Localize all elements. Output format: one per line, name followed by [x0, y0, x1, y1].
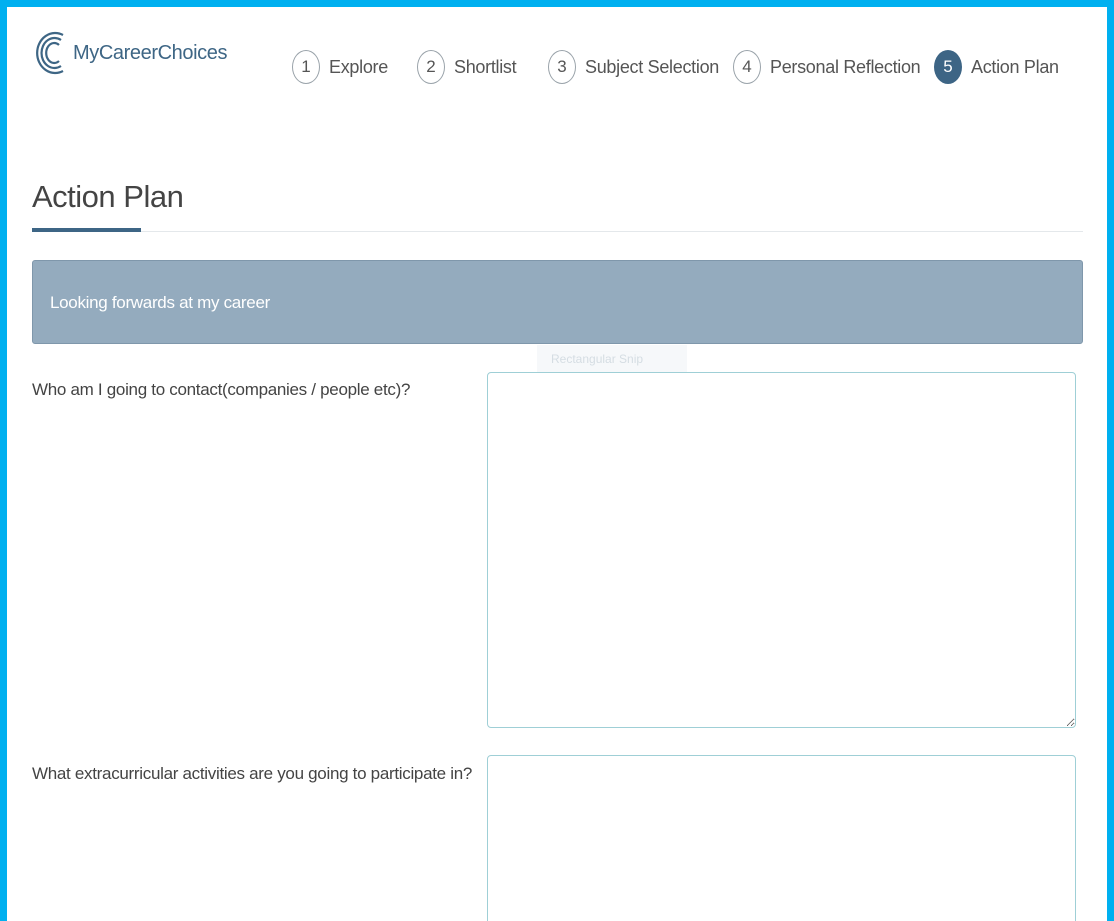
- step-number: 4: [733, 50, 761, 84]
- section-title: Looking forwards at my career: [50, 293, 270, 312]
- step-number: 1: [292, 50, 320, 84]
- step-label: Shortlist: [454, 56, 517, 77]
- step-explore[interactable]: 1 Explore: [292, 50, 388, 84]
- step-label: Explore: [329, 56, 388, 77]
- step-label: Personal Reflection: [770, 56, 921, 77]
- step-number: 3: [548, 50, 576, 84]
- page-title: Action Plan: [32, 179, 184, 214]
- extracurricular-textarea[interactable]: [487, 755, 1076, 921]
- question-label-extracurricular: What extracurricular activities are you …: [32, 764, 473, 783]
- question-label-contacts: Who am I going to contact(companies / pe…: [32, 380, 411, 399]
- step-label: Subject Selection: [585, 56, 719, 77]
- snip-overlay: Rectangular Snip: [537, 345, 687, 373]
- title-underline: [32, 228, 141, 232]
- step-shortlist[interactable]: 2 Shortlist: [417, 50, 517, 84]
- step-number: 2: [417, 50, 445, 84]
- header: MyCareerChoices 1 Explore 2 Shortlist 3 …: [7, 7, 1107, 117]
- step-personal-reflection[interactable]: 4 Personal Reflection: [733, 50, 921, 84]
- progress-steps: 1 Explore 2 Shortlist 3 Subject Selectio…: [7, 50, 1107, 90]
- step-action-plan[interactable]: 5 Action Plan: [934, 50, 1059, 84]
- title-divider: [32, 231, 1083, 232]
- step-number: 5: [934, 50, 962, 84]
- step-subject-selection[interactable]: 3 Subject Selection: [548, 50, 719, 84]
- step-label: Action Plan: [971, 56, 1059, 77]
- contacts-textarea[interactable]: [487, 372, 1076, 728]
- section-header: Looking forwards at my career: [32, 260, 1083, 344]
- app-window: MyCareerChoices 1 Explore 2 Shortlist 3 …: [7, 7, 1107, 921]
